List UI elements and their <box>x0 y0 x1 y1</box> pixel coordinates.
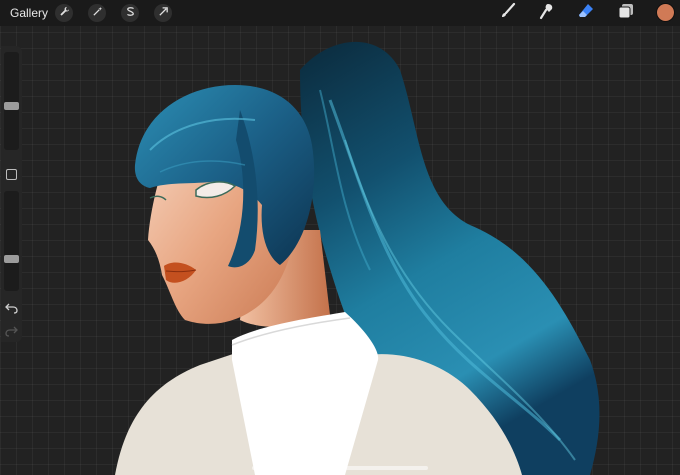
redo-icon <box>5 324 18 341</box>
undo-button[interactable] <box>5 301 18 314</box>
opacity-thumb[interactable] <box>4 255 19 264</box>
top-toolbar: Gallery <box>0 0 680 26</box>
smudge-tool[interactable] <box>537 3 557 23</box>
undo-icon <box>5 301 18 318</box>
magic-wand-icon <box>92 4 103 22</box>
brush-size-thumb[interactable] <box>4 101 19 110</box>
layers-button[interactable] <box>616 3 636 23</box>
eraser-tool[interactable] <box>576 3 596 23</box>
eraser-icon <box>577 2 595 25</box>
left-sidebar <box>1 46 22 342</box>
brush-tool[interactable] <box>498 2 518 25</box>
opacity-slider[interactable] <box>4 191 19 291</box>
color-picker-swatch[interactable] <box>657 4 674 21</box>
smudge-icon <box>538 2 556 25</box>
layers-icon <box>617 2 635 25</box>
redo-button[interactable] <box>5 324 18 337</box>
transform-arrow-icon <box>158 4 169 22</box>
wrench-icon <box>59 4 70 22</box>
actions-button[interactable] <box>55 4 73 22</box>
selection-button[interactable] <box>121 4 139 22</box>
modify-button[interactable] <box>6 169 17 180</box>
adjustments-button[interactable] <box>88 4 106 22</box>
artwork-illustration <box>115 41 600 475</box>
selection-s-icon <box>125 4 136 22</box>
transform-button[interactable] <box>154 4 172 22</box>
gallery-button[interactable]: Gallery <box>10 6 48 20</box>
brush-icon <box>499 2 517 25</box>
home-indicator[interactable] <box>252 466 428 470</box>
